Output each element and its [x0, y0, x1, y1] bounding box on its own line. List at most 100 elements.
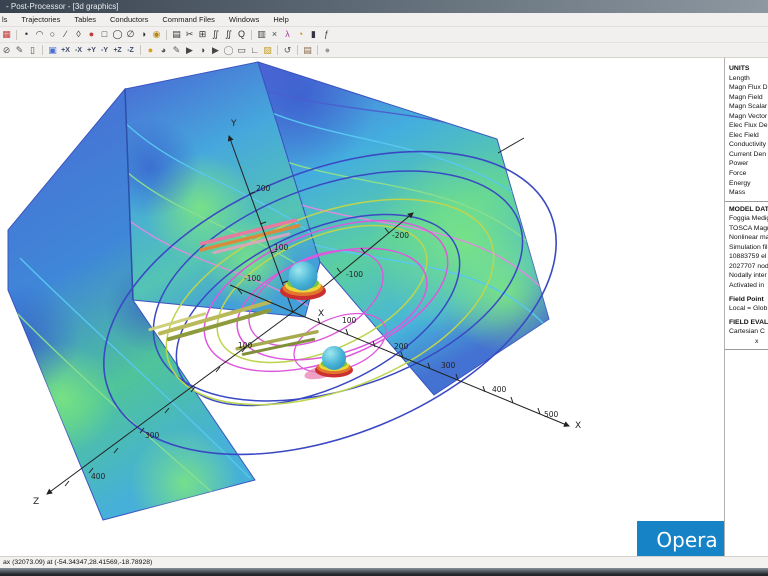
toolbar-separator [42, 45, 43, 55]
menu-item-partial[interactable]: ls [0, 15, 14, 24]
corner-icon[interactable]: ∟ [248, 44, 261, 57]
panel-separator [725, 201, 768, 202]
page-icon[interactable]: ▯ [26, 44, 39, 57]
arc-icon[interactable]: ◠ [33, 28, 46, 41]
palette-icon[interactable]: ▦ [0, 28, 13, 41]
erase-icon[interactable]: ⊘ [0, 44, 13, 57]
frame-icon[interactable]: ▭ [235, 44, 248, 57]
opera-logo-text: Opera [656, 528, 717, 552]
x-tick-200: 200 [394, 342, 409, 351]
z-tick-100: 100 [238, 341, 253, 350]
trajectory-icon[interactable]: λ [281, 28, 294, 41]
toolbar-separator [140, 45, 141, 55]
toolbar-separator [317, 45, 318, 55]
surface-integral-icon[interactable]: ∬ [209, 28, 222, 41]
function-icon[interactable]: ƒ [320, 28, 333, 41]
box-icon[interactable]: □ [98, 28, 111, 41]
view-minus-z-button[interactable]: -Z [124, 47, 137, 54]
ring-icon[interactable]: ◯ [222, 44, 235, 57]
menu-item-trajectories[interactable]: Trajectories [14, 15, 67, 24]
z-axis-label: Z [33, 497, 39, 507]
3d-graphics-canvas[interactable]: Y 100 200 X X 100 200 300 400 500 Z 100 … [0, 58, 724, 556]
panel-row: Magn Vector [729, 112, 768, 122]
toolbar-row-1: ▦ • ◠ ○ ∕ ◊ ● □ ◯ ∅ ◑ ◉ ▤ ✂ ⊞ ∬ ∬ Q ▥ × … [0, 27, 768, 43]
z-tick-300: 300 [145, 431, 160, 440]
stamp-icon[interactable]: ▤ [301, 44, 314, 57]
view-plus-y-button[interactable]: +Y [85, 47, 98, 54]
volume-integral-icon[interactable]: ∬ [222, 28, 235, 41]
opera-logo: Opera [637, 521, 724, 556]
ellipse-icon[interactable]: ∅ [124, 28, 137, 41]
play-icon[interactable]: ▶ [183, 44, 196, 57]
window-title: - Post-Processor - [3d graphics] [6, 2, 118, 11]
panel-separator [725, 349, 768, 350]
panel-row: Energy [729, 179, 768, 189]
menu-item-command-files[interactable]: Command Files [155, 15, 222, 24]
status-coordinates: ax (32073.09) at (-54.34347,28.41569,-18… [3, 559, 152, 566]
menu-bar: ls Trajectories Tables Conductors Comman… [0, 13, 768, 27]
contrast-icon[interactable]: ◑ [196, 44, 209, 57]
panel-row: Magn Flux D [729, 83, 768, 93]
title-bar[interactable]: - Post-Processor - [3d graphics] [0, 0, 768, 13]
toolbar-row-2: ⊘ ✎ ▯ ▣ +X -X +Y -Y +Z -Z ● ◕ ✎ ▶ ◑ ▶ ◯ … [0, 43, 768, 58]
lasso-icon[interactable]: ↺ [281, 44, 294, 57]
record-icon[interactable]: ● [321, 44, 334, 57]
annotate-icon[interactable]: ✎ [170, 44, 183, 57]
circle-icon[interactable]: ○ [46, 28, 59, 41]
panel-section-title: UNITS [729, 64, 768, 74]
view-plus-z-button[interactable]: +Z [111, 47, 124, 54]
panel-row: Magn Field [729, 93, 768, 103]
menu-item-help[interactable]: Help [266, 15, 295, 24]
view-minus-y-button[interactable]: -Y [98, 47, 111, 54]
chart-icon[interactable]: ▨ [261, 44, 274, 57]
panel-row: Simulation fil [729, 243, 768, 253]
view-minus-x-button[interactable]: -X [72, 47, 85, 54]
toolbar-separator [251, 30, 252, 40]
panel-row: Mass [729, 188, 768, 198]
clock-icon[interactable]: ◔ [294, 28, 307, 41]
y-tick-200: 200 [256, 184, 271, 193]
point-icon[interactable]: • [20, 28, 33, 41]
neg-z-tick-100: -100 [346, 270, 363, 279]
play-alt-icon[interactable]: ▶ [209, 44, 222, 57]
menu-item-tables[interactable]: Tables [67, 15, 103, 24]
panel-section-title: MODEL DAT [729, 205, 768, 215]
panel-row: Length [729, 74, 768, 84]
window-icon[interactable]: ⊞ [196, 28, 209, 41]
menu-item-conductors[interactable]: Conductors [103, 15, 155, 24]
patch-icon[interactable]: ◊ [72, 28, 85, 41]
y-tick-100: 100 [274, 243, 289, 252]
view-plus-x-button[interactable]: +X [59, 47, 72, 54]
search-icon[interactable]: Q [235, 28, 248, 41]
panel-row: Force [729, 169, 768, 179]
x-tick-400: 400 [492, 385, 507, 394]
panel-row: Cartesian C [729, 327, 768, 337]
panel-row: Magn Scalar [729, 102, 768, 112]
vector-icon[interactable]: × [268, 28, 281, 41]
notes-icon[interactable]: ▥ [255, 28, 268, 41]
x-tick-300: 300 [441, 361, 456, 370]
pencil-icon[interactable]: ✎ [13, 44, 26, 57]
menu-item-windows[interactable]: Windows [222, 15, 266, 24]
panel-row: Power [729, 159, 768, 169]
panel-row: Nonlinear ma [729, 233, 768, 243]
cylinder-icon[interactable]: ◯ [111, 28, 124, 41]
neg-x-tick-100: -100 [244, 274, 261, 283]
shade-icon[interactable]: ◑ [137, 28, 150, 41]
x-tick-100: 100 [342, 316, 357, 325]
viewport-icon[interactable]: ▣ [46, 44, 59, 57]
x-tick-500: 500 [544, 410, 559, 419]
sphere-icon[interactable]: ● [85, 28, 98, 41]
line-icon[interactable]: ∕ [59, 28, 72, 41]
clipboard-icon[interactable]: ▤ [170, 28, 183, 41]
scissors-icon[interactable]: ✂ [183, 28, 196, 41]
wire-sphere-icon[interactable]: ◕ [157, 44, 170, 57]
panel-row: Conductivity [729, 140, 768, 150]
shaded-sphere-icon[interactable]: ● [144, 44, 157, 57]
panel-row: 10883759 el [729, 252, 768, 262]
panel-row: Elec Flux De [729, 121, 768, 131]
bullseye-icon[interactable]: ◉ [150, 28, 163, 41]
neg-z-tick-200: -200 [392, 231, 409, 240]
bars-icon[interactable]: ▮ [307, 28, 320, 41]
z-tick-400: 400 [91, 472, 106, 481]
